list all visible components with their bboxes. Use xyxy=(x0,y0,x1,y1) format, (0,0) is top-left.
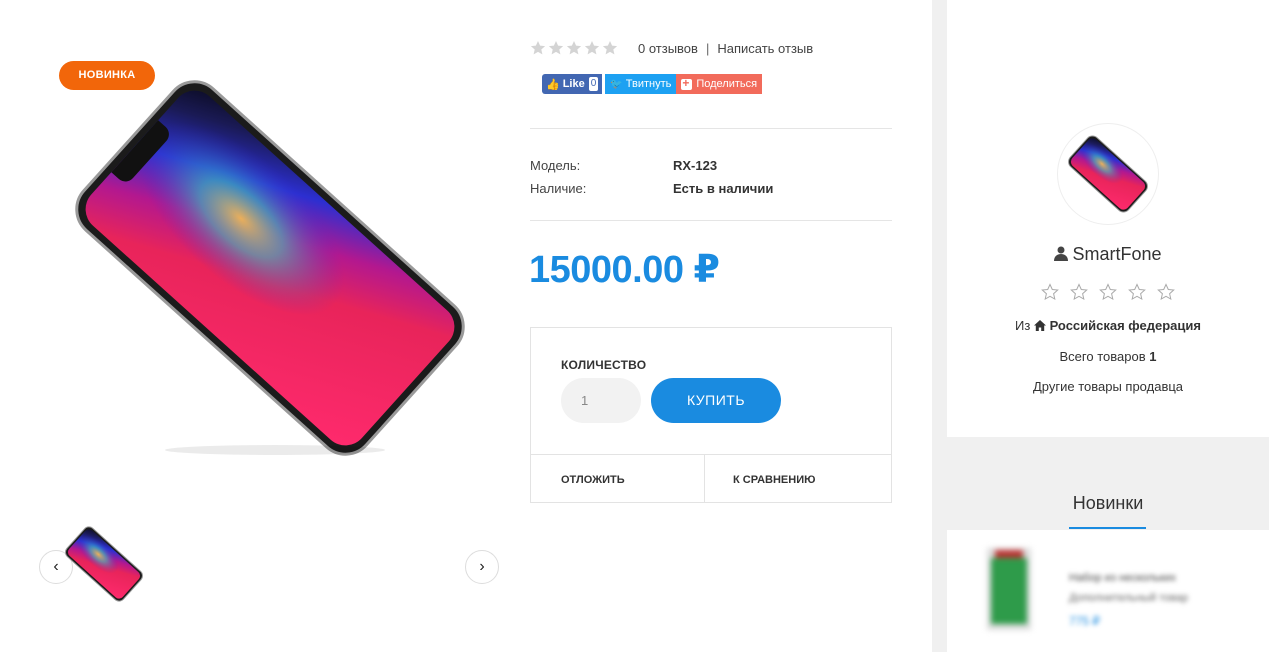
facebook-like-label: Like xyxy=(562,78,585,90)
share-button[interactable]: Поделиться xyxy=(676,74,763,94)
seller-card: SmartFone Из Российская федерация Всего … xyxy=(947,0,1269,437)
buy-button[interactable]: КУПИТЬ xyxy=(651,378,781,423)
quantity-label: КОЛИЧЕСТВО xyxy=(561,358,647,372)
facebook-like-icon: 👍 xyxy=(546,78,560,91)
add-to-cart-box: КОЛИЧЕСТВО КУПИТЬ ОТЛОЖИТЬ К СРАВНЕНИЮ xyxy=(530,327,892,503)
star-icon[interactable] xyxy=(530,40,546,56)
new-products-title[interactable]: Новинки xyxy=(947,493,1269,514)
product-main: НОВИНКА ‹ › 0 отзывов | Написать отзыв 👍… xyxy=(0,0,932,652)
seller-location: Из Российская федерация xyxy=(947,318,1269,333)
divider xyxy=(530,128,892,129)
seller-other-products-link[interactable]: Другие товары продавца xyxy=(947,379,1269,394)
seller-total-products: Всего товаров 1 xyxy=(947,349,1269,364)
column-gutter xyxy=(932,0,947,652)
spec-row-model: Модель: RX-123 xyxy=(530,158,717,173)
new-product-price: 775 ₽ xyxy=(1069,614,1100,628)
product-image[interactable] xyxy=(60,78,480,458)
share-label: Поделиться xyxy=(696,78,758,90)
star-icon[interactable] xyxy=(566,40,582,56)
seller-country: Российская федерация xyxy=(1049,318,1201,333)
chevron-left-icon: ‹ xyxy=(53,558,59,575)
new-products-list: Набор из нескольких Дополнительный товар… xyxy=(947,530,1269,652)
new-product-subtitle: Дополнительный товар xyxy=(1069,592,1189,604)
new-product-image[interactable] xyxy=(987,548,1031,630)
seller-name-text: SmartFone xyxy=(1072,244,1162,264)
carousel-next-button[interactable]: › xyxy=(465,550,499,584)
star-icon xyxy=(1070,283,1088,300)
spec-value: Есть в наличии xyxy=(673,181,774,196)
spec-row-availability: Наличие: Есть в наличии xyxy=(530,181,773,196)
social-buttons: 👍 Like 0 🐦 Твитнуть Поделиться xyxy=(542,74,763,94)
product-rating-row: 0 отзывов | Написать отзыв xyxy=(530,40,813,56)
seller-avatar[interactable] xyxy=(1057,123,1159,225)
seller-rating xyxy=(1041,283,1186,301)
star-icon xyxy=(1128,283,1146,300)
chevron-right-icon: › xyxy=(479,558,485,575)
user-icon xyxy=(1054,246,1069,261)
divider xyxy=(704,454,705,503)
star-icon xyxy=(1041,283,1059,300)
divider xyxy=(530,220,892,221)
share-plus-icon xyxy=(681,76,693,90)
new-product-title[interactable]: Набор из нескольких xyxy=(1069,572,1176,584)
total-products-count: 1 xyxy=(1149,349,1157,364)
home-icon xyxy=(1033,320,1046,331)
product-thumbnail[interactable] xyxy=(62,524,146,604)
total-products-label: Всего товаров xyxy=(1059,349,1146,364)
spec-label: Модель: xyxy=(530,158,581,173)
active-tab-underline xyxy=(1069,527,1146,529)
star-icon xyxy=(1157,283,1175,300)
compare-button[interactable]: К СРАВНЕНИЮ xyxy=(733,474,815,486)
facebook-like-button[interactable]: 👍 Like 0 xyxy=(542,74,603,94)
spec-label: Наличие: xyxy=(530,181,587,196)
facebook-like-count: 0 xyxy=(588,77,599,91)
star-icon[interactable] xyxy=(584,40,600,56)
tweet-button[interactable]: 🐦 Твитнуть xyxy=(605,74,677,94)
separator: | xyxy=(705,40,710,56)
seller-name[interactable]: SmartFone xyxy=(947,244,1269,265)
twitter-icon: 🐦 xyxy=(610,78,623,90)
tweet-label: Твитнуть xyxy=(625,78,672,90)
star-icon[interactable] xyxy=(602,40,618,56)
quantity-input[interactable] xyxy=(561,378,641,423)
star-icon[interactable] xyxy=(548,40,564,56)
product-price: 15000.00 ₽ xyxy=(529,249,720,291)
star-icon xyxy=(1099,283,1117,300)
wishlist-button[interactable]: ОТЛОЖИТЬ xyxy=(561,474,625,486)
spec-value: RX-123 xyxy=(673,158,718,173)
write-review-link[interactable]: Написать отзыв xyxy=(717,41,813,56)
location-prefix: Из xyxy=(1015,318,1031,333)
divider xyxy=(531,454,891,455)
reviews-count-link[interactable]: 0 отзывов xyxy=(638,41,698,56)
